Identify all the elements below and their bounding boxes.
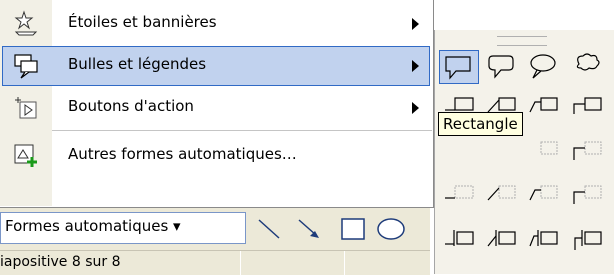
line-callout-4-icon[interactable] [571, 94, 605, 118]
menu-item-callouts[interactable]: Bulles et légendes [2, 46, 430, 86]
line-callout-accent-4-icon[interactable] [571, 138, 605, 162]
line-callout-accentbar-3-icon[interactable] [527, 226, 561, 252]
line-tool-icon[interactable] [256, 216, 282, 242]
menu-item-label: Autres formes automatiques… [68, 145, 297, 163]
autoshapes-menu: Étoiles et bannières Bulles et légendes … [0, 0, 434, 208]
submenu-arrow-icon [412, 102, 419, 114]
status-divider [344, 251, 345, 275]
autoshapes-button[interactable]: Formes automatiques ▾ [0, 212, 246, 244]
line-callout-noborder-1-icon[interactable] [443, 182, 477, 206]
line-callout-accentbar-4-icon[interactable] [571, 226, 605, 252]
rectangle-tool-icon[interactable] [340, 216, 366, 242]
submenu-arrow-icon [412, 60, 419, 72]
line-callout-3-icon[interactable] [527, 94, 561, 118]
more-autoshapes-icon [14, 144, 37, 167]
menu-item-label: Boutons d'action [68, 97, 194, 115]
menu-item-stars-banners[interactable]: Étoiles et bannières [2, 4, 430, 44]
tooltip: Rectangle [438, 112, 523, 136]
status-divider [240, 251, 241, 275]
line-callout-noborder-3-icon[interactable] [527, 182, 561, 206]
stars-banners-icon [14, 10, 38, 36]
submenu-grip[interactable] [497, 36, 547, 46]
rectangular-callout-icon [445, 56, 471, 80]
rounded-rectangular-callout-button[interactable] [483, 50, 523, 84]
line-callout-accent-3-icon[interactable] [527, 138, 561, 162]
oval-callout-button[interactable] [525, 50, 565, 84]
status-bar: iapositive 8 sur 8 [0, 250, 430, 275]
menu-separator [52, 130, 432, 131]
menu-item-label: Bulles et légendes [68, 55, 207, 73]
oval-tool-icon[interactable] [376, 216, 406, 242]
rectangular-callout-button[interactable] [439, 50, 479, 84]
line-callout-noborder-4-icon[interactable] [571, 182, 605, 206]
oval-callout-icon [530, 54, 556, 79]
menu-item-action-buttons[interactable]: Boutons d'action [2, 88, 430, 128]
action-buttons-icon [15, 97, 37, 119]
menu-item-more-autoshapes[interactable]: Autres formes automatiques… [2, 136, 430, 176]
line-callout-accentbar-2-icon[interactable] [485, 226, 519, 252]
callouts-submenu [434, 30, 614, 274]
line-callout-noborder-2-icon[interactable] [485, 182, 519, 206]
menu-item-label: Étoiles et bannières [68, 13, 217, 31]
arrow-tool-icon[interactable] [296, 216, 322, 242]
submenu-arrow-icon [412, 18, 419, 30]
cloud-callout-icon [576, 53, 600, 71]
cloud-callout-button[interactable] [569, 50, 609, 84]
autoshapes-label: Formes automatiques ▾ [5, 217, 181, 235]
slide-counter: iapositive 8 sur 8 [0, 254, 121, 270]
line-callout-accentbar-1-icon[interactable] [443, 226, 477, 252]
callouts-icon [14, 54, 38, 79]
rounded-callout-icon [488, 55, 514, 79]
drawing-toolbar: Formes automatiques ▾ [0, 208, 430, 250]
